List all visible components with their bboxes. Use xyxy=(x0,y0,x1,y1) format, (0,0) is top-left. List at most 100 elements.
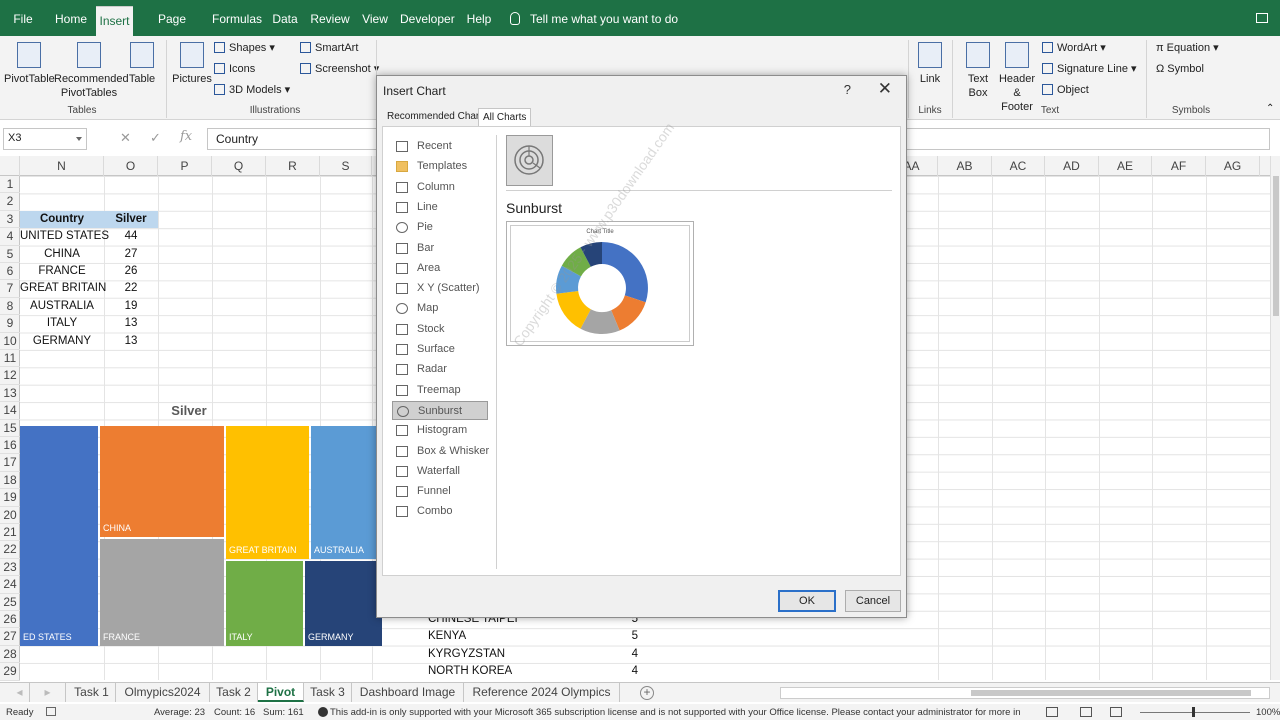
shapes-button[interactable]: Shapes ▾ xyxy=(214,41,275,55)
treemap-tile[interactable]: GREAT BRITAIN xyxy=(226,426,309,559)
lower-cell-value[interactable]: 4 xyxy=(580,646,638,663)
table-cell-country[interactable]: UNITED STATES xyxy=(20,228,109,245)
sunburst-subtype-button[interactable] xyxy=(506,135,553,186)
insert-function-icon[interactable]: fx xyxy=(180,129,192,144)
chart-type-scatter[interactable]: X Y (Scatter) xyxy=(392,279,488,298)
vertical-scrollbar[interactable] xyxy=(1270,156,1280,680)
scrollbar-thumb[interactable] xyxy=(971,690,1251,696)
tell-me-search[interactable]: Tell me what you want to do xyxy=(510,0,678,36)
row-header[interactable]: 4 xyxy=(0,228,20,246)
table-cell-country[interactable]: FRANCE xyxy=(20,263,104,280)
zoom-slider[interactable] xyxy=(1140,712,1250,713)
table-cell-country[interactable]: GREAT BRITAIN xyxy=(20,280,106,297)
table-header-silver[interactable]: Silver xyxy=(104,210,158,229)
row-header[interactable]: 15 xyxy=(0,420,20,437)
row-header[interactable]: 9 xyxy=(0,315,20,333)
tab-insert[interactable]: Insert xyxy=(96,6,133,36)
table-cell-silver[interactable]: 44 xyxy=(104,228,158,245)
table-cell-country[interactable]: ITALY xyxy=(20,315,104,332)
lower-cell-country[interactable]: KYRGYZSTAN xyxy=(428,646,558,663)
treemap-tile[interactable]: AUSTRALIA xyxy=(311,426,376,559)
chart-type-map[interactable]: Map xyxy=(392,299,488,318)
chart-type-combo[interactable]: Combo xyxy=(392,502,488,521)
wordart-button[interactable]: WordArt ▾ xyxy=(1042,41,1106,55)
row-header[interactable]: 18 xyxy=(0,472,20,490)
chart-type-surface[interactable]: Surface xyxy=(392,340,488,359)
sheet-tab[interactable]: Reference 2024 Olympics xyxy=(464,683,620,702)
zoom-slider-thumb[interactable] xyxy=(1192,707,1195,717)
column-header[interactable]: Q xyxy=(212,156,266,176)
column-header[interactable]: AD xyxy=(1045,156,1099,176)
row-header[interactable]: 5 xyxy=(0,246,20,263)
chart-type-column[interactable]: Column xyxy=(392,178,488,197)
lower-cell-value[interactable]: 4 xyxy=(580,663,638,680)
cancel-button[interactable]: Cancel xyxy=(845,590,901,612)
lower-cell-country[interactable]: KENYA xyxy=(428,628,558,645)
page-layout-view-icon[interactable] xyxy=(1080,707,1092,717)
tab-developer[interactable]: Developer xyxy=(400,0,455,36)
column-header[interactable]: S xyxy=(320,156,372,176)
lower-cell-country[interactable]: NORTH KOREA xyxy=(428,663,558,680)
treemap-tile[interactable]: ED STATES xyxy=(20,426,98,646)
row-header[interactable]: 29 xyxy=(0,663,20,681)
tab-data[interactable]: Data xyxy=(270,0,300,36)
table-cell-country[interactable]: CHINA xyxy=(20,246,104,263)
treemap-tile[interactable]: CHINA xyxy=(100,426,224,537)
column-header[interactable]: AG xyxy=(1206,156,1260,176)
chart-type-radar[interactable]: Radar xyxy=(392,360,488,379)
column-header[interactable]: N xyxy=(20,156,104,176)
smartart-button[interactable]: SmartArt xyxy=(300,41,358,55)
pictures-button[interactable]: Pictures xyxy=(172,42,212,86)
sheet-tab[interactable]: Task 3 xyxy=(304,683,352,702)
row-header[interactable]: 1 xyxy=(0,176,20,194)
enter-icon[interactable]: ✓ xyxy=(150,130,161,146)
row-header[interactable]: 12 xyxy=(0,367,20,385)
treemap-tile[interactable]: GERMANY xyxy=(305,561,382,646)
row-header[interactable]: 14 xyxy=(0,402,20,420)
tab-recommended-charts[interactable]: Recommended Charts xyxy=(383,108,491,126)
chart-type-pie[interactable]: Pie xyxy=(392,218,488,237)
row-header[interactable]: 11 xyxy=(0,350,20,368)
icons-button[interactable]: Icons xyxy=(214,62,255,76)
column-header[interactable]: AE xyxy=(1099,156,1152,176)
horizontal-scrollbar[interactable] xyxy=(780,687,1270,699)
close-icon[interactable]: ✕ xyxy=(878,79,892,99)
chart-type-templates[interactable]: Templates xyxy=(392,157,488,176)
table-button[interactable]: Table xyxy=(126,42,158,86)
row-header[interactable]: 8 xyxy=(0,298,20,316)
row-header[interactable]: 22 xyxy=(0,541,20,559)
table-cell-country[interactable]: GERMANY xyxy=(20,333,104,350)
page-break-view-icon[interactable] xyxy=(1110,707,1122,717)
table-cell-silver[interactable]: 19 xyxy=(104,298,158,315)
tab-file[interactable]: File xyxy=(6,0,40,36)
chart-type-bar[interactable]: Bar xyxy=(392,239,488,258)
text-box-button[interactable]: Text Box xyxy=(960,42,996,100)
column-header[interactable]: P xyxy=(158,156,212,176)
table-cell-silver[interactable]: 22 xyxy=(104,280,158,297)
help-icon[interactable]: ? xyxy=(844,82,851,97)
row-header[interactable]: 17 xyxy=(0,454,20,472)
link-button[interactable]: Link xyxy=(914,42,946,86)
tab-view[interactable]: View xyxy=(360,0,390,36)
row-header[interactable]: 23 xyxy=(0,559,20,577)
chart-type-line[interactable]: Line xyxy=(392,198,488,217)
equation-button[interactable]: π Equation ▾ xyxy=(1156,41,1219,55)
tab-help[interactable]: Help xyxy=(464,0,494,36)
row-header[interactable]: 7 xyxy=(0,280,20,298)
chart-type-waterfall[interactable]: Waterfall xyxy=(392,462,488,481)
select-all-corner[interactable] xyxy=(0,156,20,176)
tab-all-charts[interactable]: All Charts xyxy=(478,108,532,126)
row-header[interactable]: 10 xyxy=(0,333,20,350)
ok-button[interactable]: OK xyxy=(778,590,836,612)
column-header[interactable]: O xyxy=(104,156,158,176)
row-header[interactable]: 20 xyxy=(0,507,20,524)
row-header[interactable]: 13 xyxy=(0,385,20,403)
signature-line-button[interactable]: Signature Line ▾ xyxy=(1042,62,1137,76)
prev-sheet-icon[interactable]: ◂ xyxy=(10,683,30,702)
tab-review[interactable]: Review xyxy=(310,0,350,36)
row-header[interactable]: 21 xyxy=(0,524,20,542)
chart-type-stock[interactable]: Stock xyxy=(392,320,488,339)
sheet-tab[interactable]: Dashboard Image xyxy=(352,683,464,702)
column-header[interactable]: AB xyxy=(938,156,992,176)
comment-icon[interactable] xyxy=(1256,13,1268,23)
